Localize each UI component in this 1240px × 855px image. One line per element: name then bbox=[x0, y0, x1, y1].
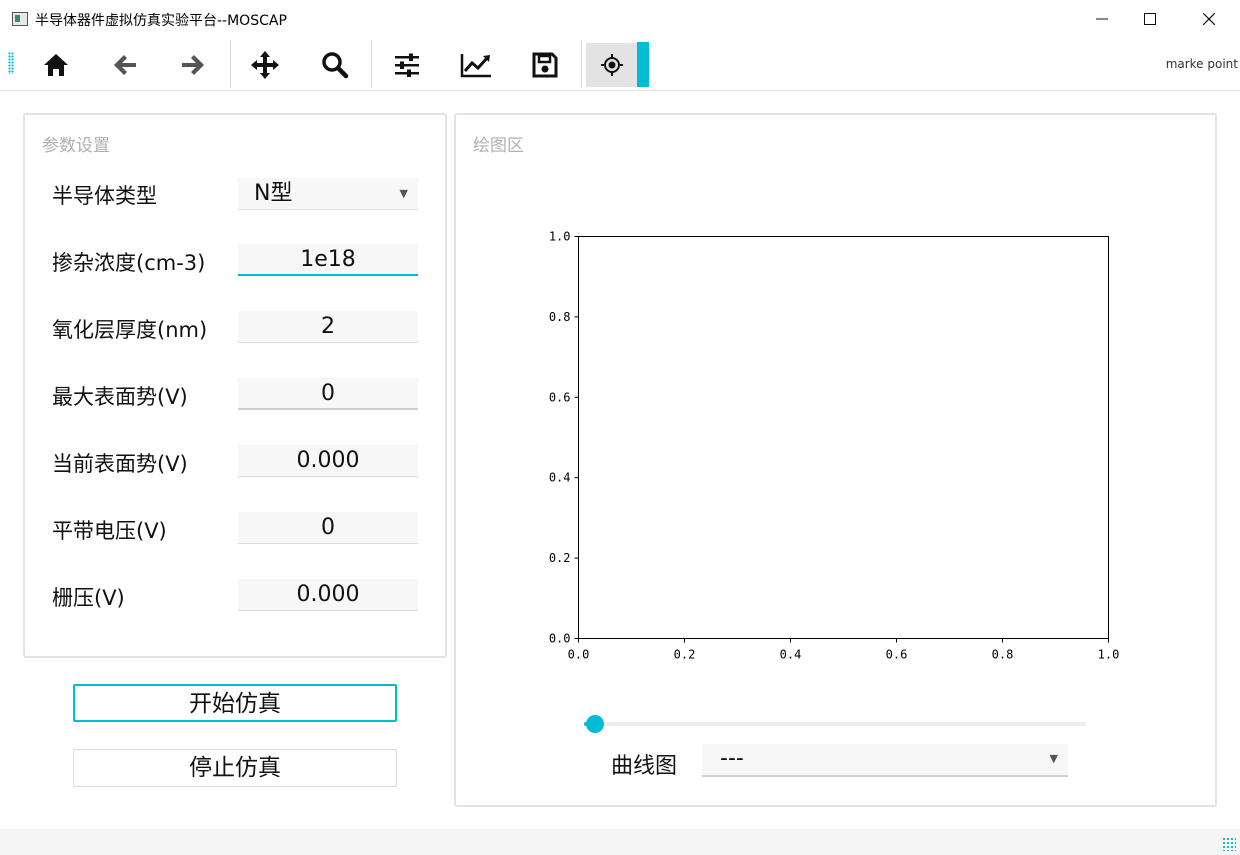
home-icon bbox=[44, 54, 68, 76]
marker-status-label: marke point bbox=[1165, 57, 1238, 71]
app-icon bbox=[12, 12, 28, 26]
stop-simulation-button[interactable]: 停止仿真 bbox=[73, 749, 397, 787]
x-tick-label: 0.6 bbox=[886, 648, 908, 662]
resize-grip[interactable] bbox=[1222, 837, 1236, 851]
current-surface-potential-field: 0.000 bbox=[238, 445, 418, 477]
x-tick-label: 1.0 bbox=[1098, 648, 1120, 662]
toolbar-separator bbox=[581, 40, 582, 88]
oxide-thickness-field[interactable]: 2 bbox=[238, 311, 418, 343]
marker-button[interactable] bbox=[586, 43, 637, 87]
forward-button[interactable] bbox=[170, 43, 216, 87]
zoom-button[interactable] bbox=[312, 43, 358, 87]
floppy-disk-icon bbox=[532, 52, 558, 78]
close-icon bbox=[1203, 13, 1215, 25]
toolbar-separator bbox=[230, 40, 231, 88]
arrow-left-icon bbox=[114, 55, 136, 75]
x-tick-label: 0.4 bbox=[780, 648, 802, 662]
max-surface-potential-input[interactable]: 0 bbox=[238, 378, 418, 410]
close-button[interactable] bbox=[1186, 0, 1232, 38]
minimize-icon bbox=[1096, 18, 1108, 20]
line-chart-icon bbox=[460, 54, 491, 78]
status-bar bbox=[0, 829, 1240, 855]
maximize-button[interactable] bbox=[1127, 0, 1173, 38]
doping-concentration-input[interactable]: 1e18 bbox=[238, 244, 418, 276]
semiconductor-type-label: 半导体类型 bbox=[52, 184, 157, 208]
oxide-thickness-label: 氧化层厚度(nm) bbox=[52, 318, 208, 342]
flatband-voltage-field: 0 bbox=[238, 512, 418, 544]
back-button[interactable] bbox=[102, 43, 148, 87]
configure-subplots-button[interactable] bbox=[384, 43, 430, 87]
y-tick-label: 1.0 bbox=[549, 230, 571, 244]
y-tick-label: 0.8 bbox=[549, 310, 571, 324]
current-surface-potential-label: 当前表面势(V) bbox=[52, 452, 188, 476]
toolbar-grip[interactable] bbox=[8, 52, 14, 74]
flatband-voltage-label: 平带电压(V) bbox=[52, 519, 167, 543]
max-surface-potential-label: 最大表面势(V) bbox=[52, 385, 188, 409]
x-axis: 0.0 0.2 0.4 0.6 0.8 1.0 bbox=[568, 638, 1120, 662]
params-group-title: 参数设置 bbox=[42, 136, 110, 156]
start-simulation-button[interactable]: 开始仿真 bbox=[73, 684, 397, 722]
maximize-icon bbox=[1144, 13, 1156, 25]
curve-type-value: --- bbox=[720, 746, 744, 771]
x-tick-label: 0.8 bbox=[992, 648, 1014, 662]
crosshair-icon bbox=[600, 54, 623, 76]
time-slider-handle[interactable] bbox=[586, 715, 604, 733]
save-button[interactable] bbox=[522, 43, 568, 87]
chevron-down-icon: ▼ bbox=[399, 187, 408, 200]
y-tick-label: 0.4 bbox=[549, 471, 571, 485]
x-tick-label: 0.0 bbox=[568, 648, 590, 662]
curve-type-label: 曲线图 bbox=[611, 754, 678, 779]
y-tick-label: 0.0 bbox=[549, 632, 571, 646]
y-axis: 0.0 0.2 0.4 0.6 0.8 1.0 bbox=[549, 230, 579, 646]
axes-frame bbox=[578, 236, 1109, 639]
semiconductor-type-select[interactable]: N型 ▼ bbox=[238, 178, 418, 210]
time-slider-track[interactable] bbox=[584, 722, 1086, 726]
x-tick-label: 0.2 bbox=[674, 648, 696, 662]
gate-voltage-label: 栅压(V) bbox=[52, 586, 125, 610]
doping-concentration-label: 掺杂浓度(cm-3) bbox=[52, 251, 206, 275]
semiconductor-type-value: N型 bbox=[254, 181, 293, 206]
toolbar-separator bbox=[371, 40, 372, 88]
gate-voltage-field: 0.000 bbox=[238, 579, 418, 611]
chevron-down-icon: ▼ bbox=[1049, 752, 1058, 765]
arrow-right-icon bbox=[182, 55, 204, 75]
home-button[interactable] bbox=[33, 43, 79, 87]
curve-type-select[interactable]: --- ▼ bbox=[702, 744, 1068, 777]
search-icon bbox=[322, 52, 349, 79]
y-tick-label: 0.2 bbox=[549, 551, 571, 565]
plot-group-title: 绘图区 bbox=[473, 136, 524, 156]
plot-canvas[interactable]: 0.0 0.2 0.4 0.6 0.8 1.0 0.0 0.2 0.4 0.6 0.8 1.0 bbox=[520, 225, 1140, 670]
marker-active-indicator bbox=[637, 42, 649, 87]
y-tick-label: 0.6 bbox=[549, 390, 571, 404]
sliders-icon bbox=[395, 53, 419, 77]
window-title: 半导体器件虚拟仿真实验平台--MOSCAP bbox=[35, 13, 287, 29]
pan-button[interactable] bbox=[242, 43, 288, 87]
move-icon bbox=[251, 51, 279, 79]
edit-axis-button[interactable] bbox=[453, 43, 499, 87]
minimize-button[interactable] bbox=[1079, 0, 1125, 38]
